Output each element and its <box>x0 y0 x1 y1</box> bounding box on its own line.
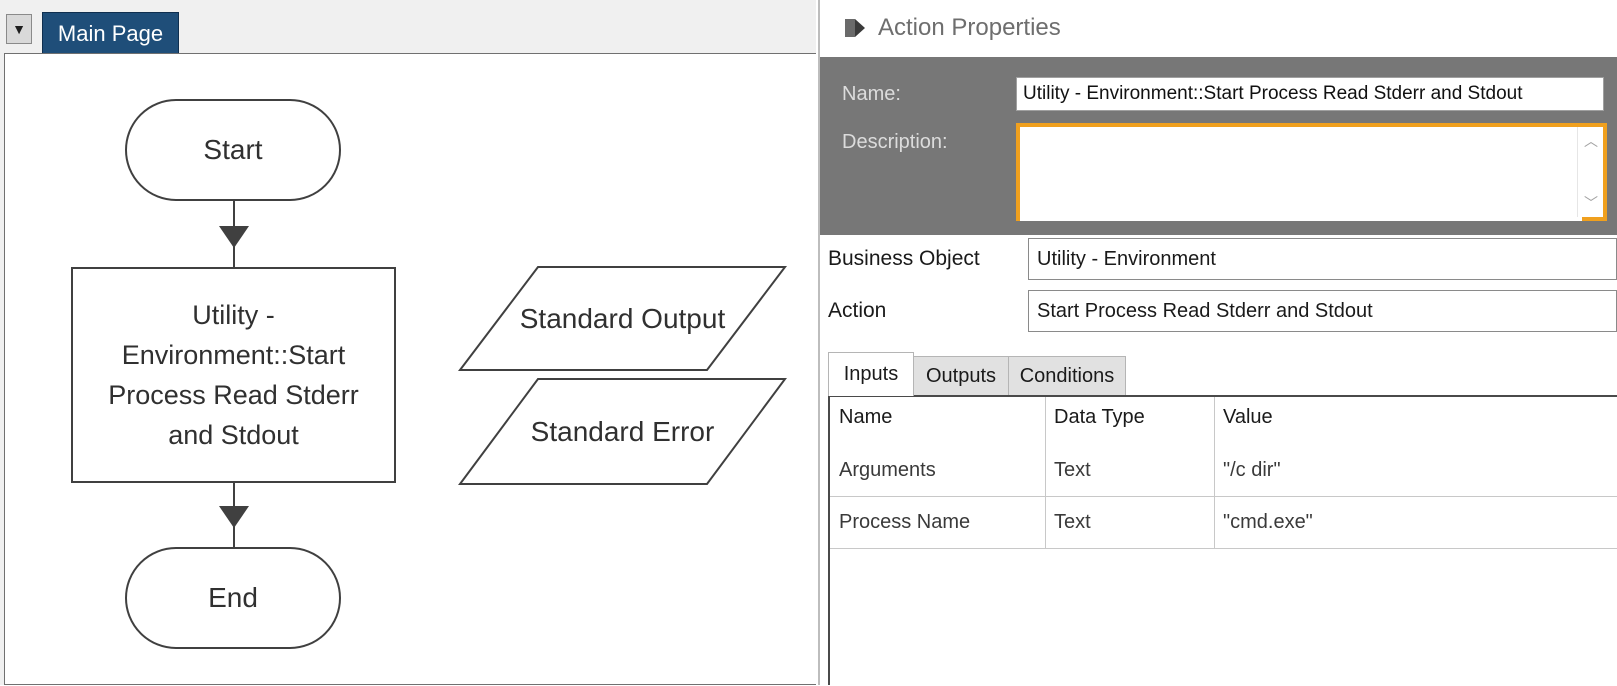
description-field-frame: ︿ ﹀ <box>1016 123 1607 221</box>
data-item-standard-error[interactable]: Standard Error <box>475 379 770 484</box>
action-stage-label-line: and Stdout <box>168 420 299 450</box>
tab-outputs[interactable]: Outputs <box>913 356 1009 396</box>
process-canvas-pane: ▼ Main Page Start Utility - Environment:… <box>0 0 816 685</box>
description-label: Description: <box>842 131 948 153</box>
action-stage-label-line: Process Read Stderr <box>108 380 359 410</box>
business-object-label: Business Object <box>828 247 980 270</box>
tab-conditions[interactable]: Conditions <box>1008 356 1126 396</box>
description-field[interactable] <box>1020 127 1582 221</box>
connector-arrow <box>219 506 249 528</box>
cell-name: Process Name <box>839 510 971 533</box>
data-item-label: Standard Error <box>530 415 715 447</box>
flow-canvas[interactable]: Start Utility - Environment::Start Proce… <box>4 53 816 685</box>
action-stage[interactable]: Utility - Environment::Start Process Rea… <box>72 268 395 482</box>
name-field[interactable] <box>1016 77 1604 111</box>
cell-data-type: Text <box>1054 458 1091 481</box>
column-header-value[interactable]: Value <box>1214 397 1617 437</box>
properties-title: Action Properties <box>878 14 1061 41</box>
chevron-down-icon: ▼ <box>12 21 26 37</box>
tab-inputs[interactable]: Inputs <box>828 352 914 396</box>
action-properties-panel: Action Properties Name: Description: ︿ ﹀… <box>818 0 1617 685</box>
scroll-up-icon[interactable]: ︿ <box>1584 131 1598 151</box>
grid-divider <box>830 496 1617 497</box>
end-stage-label: End <box>208 582 258 613</box>
tab-main-page[interactable]: Main Page <box>42 12 179 54</box>
business-object-value: Utility - Environment <box>1037 247 1216 270</box>
properties-title-bar: Action Properties <box>820 0 1617 57</box>
data-item-standard-output[interactable]: Standard Output <box>475 267 770 370</box>
end-stage[interactable]: End <box>126 548 340 648</box>
inputs-grid: Name Data Type Value Arguments Text "/c … <box>828 395 1617 685</box>
cell-data-type: Text <box>1054 510 1091 533</box>
start-stage[interactable]: Start <box>126 100 340 200</box>
action-label: Action <box>828 299 887 322</box>
grid-divider <box>830 548 1617 549</box>
column-header-data-type[interactable]: Data Type <box>1045 397 1214 437</box>
action-stage-label-line: Environment::Start <box>121 340 346 370</box>
action-icon <box>845 19 865 37</box>
start-stage-label: Start <box>203 134 263 165</box>
scroll-down-icon[interactable]: ﹀ <box>1584 193 1598 213</box>
action-field[interactable]: Start Process Read Stderr and Stdout <box>1028 290 1617 332</box>
action-stage-label-line: Utility - <box>192 300 275 330</box>
data-item-label: Standard Output <box>519 302 726 334</box>
business-object-field[interactable]: Utility - Environment <box>1028 238 1617 280</box>
page-dropdown-button[interactable]: ▼ <box>6 14 32 44</box>
cell-name: Arguments <box>839 458 936 481</box>
connector-arrow <box>219 226 249 248</box>
name-description-section: Name: Description: ︿ ﹀ <box>820 57 1617 235</box>
description-scrollbar[interactable]: ︿ ﹀ <box>1577 127 1603 217</box>
column-header-name[interactable]: Name <box>830 397 1045 437</box>
action-value: Start Process Read Stderr and Stdout <box>1037 299 1373 322</box>
cell-value[interactable]: "/c dir" <box>1214 447 1617 493</box>
name-label: Name: <box>842 83 901 105</box>
cell-value[interactable]: "cmd.exe" <box>1214 499 1617 545</box>
